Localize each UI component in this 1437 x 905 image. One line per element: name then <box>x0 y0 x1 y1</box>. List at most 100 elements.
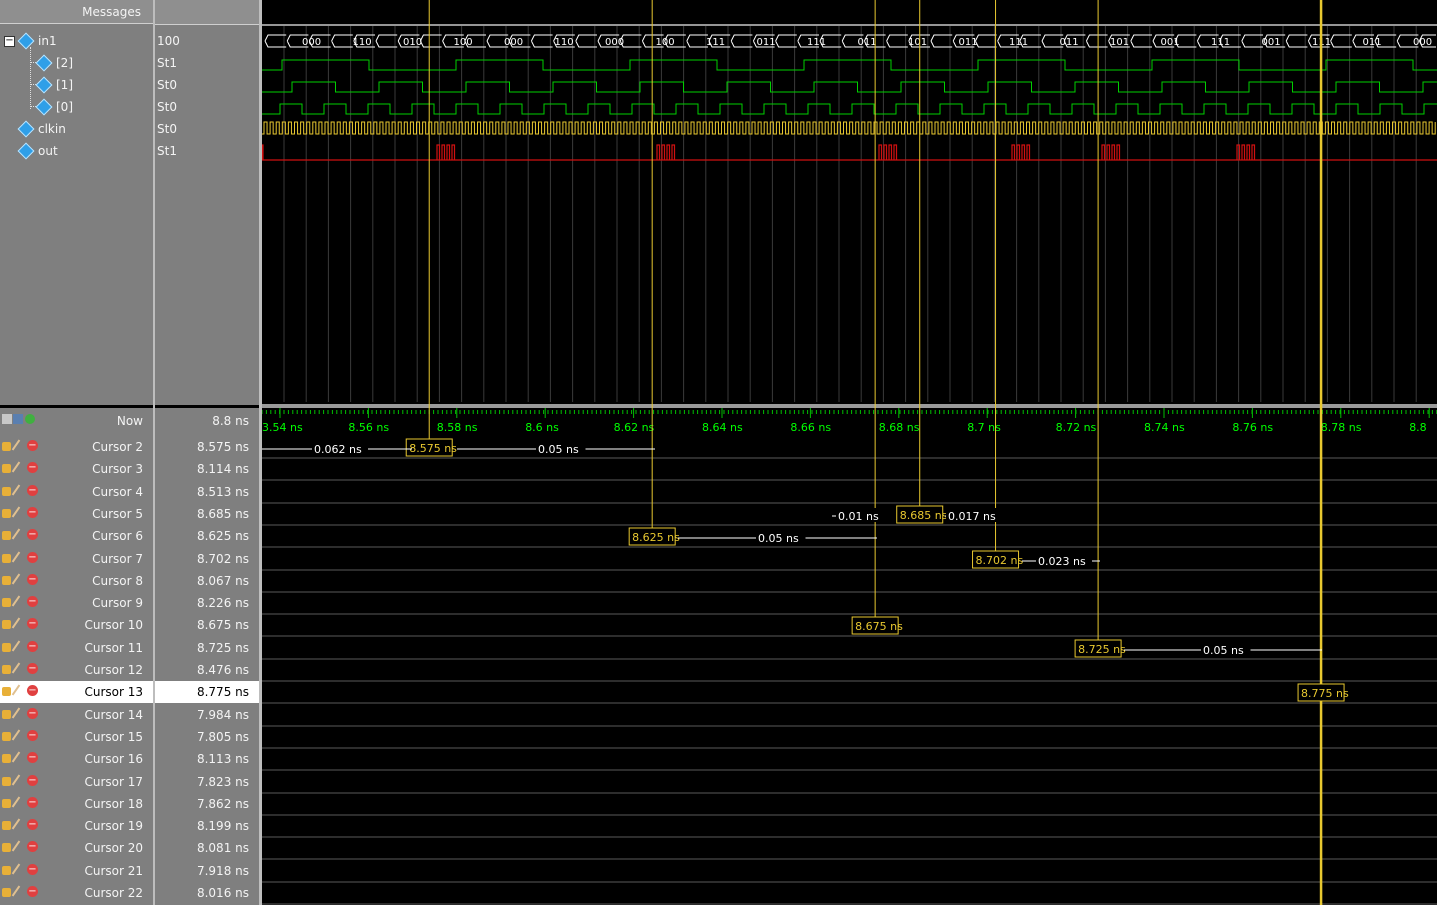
edit-icon[interactable] <box>11 662 21 674</box>
lock-icon[interactable] <box>2 487 11 496</box>
cursor-row[interactable]: − Cursor 4 <box>0 481 153 503</box>
lock-icon[interactable] <box>2 442 11 451</box>
cursor-row[interactable]: − Cursor 2 <box>0 436 153 458</box>
delete-icon[interactable]: − <box>27 552 38 563</box>
lock-icon[interactable] <box>2 777 11 786</box>
edit-icon[interactable] <box>11 640 21 652</box>
delete-icon[interactable]: − <box>27 730 38 741</box>
cursor-row[interactable]: − Cursor 20 <box>0 837 153 859</box>
lock-icon[interactable] <box>2 799 11 808</box>
lock-icon[interactable] <box>2 620 11 629</box>
lock-icon[interactable] <box>2 843 11 852</box>
cursor-row[interactable]: − Cursor 22 <box>0 882 153 904</box>
lock-icon[interactable] <box>2 710 11 719</box>
lock-icon[interactable] <box>2 754 11 763</box>
edit-icon[interactable] <box>11 439 21 451</box>
cursor-row[interactable]: − Cursor 3 <box>0 458 153 480</box>
delete-icon[interactable]: − <box>27 663 38 674</box>
signal-row-out[interactable]: out <box>0 140 153 162</box>
edit-icon[interactable] <box>11 863 21 875</box>
cursor-row[interactable]: − Cursor 15 <box>0 726 153 748</box>
signal-name: in1 <box>38 34 57 48</box>
cursor-row[interactable]: − Cursor 14 <box>0 704 153 726</box>
cursor-row[interactable]: − Cursor 10 <box>0 614 153 636</box>
delete-icon[interactable]: − <box>27 819 38 830</box>
cursor-name: Cursor 17 <box>84 775 143 789</box>
lock-icon[interactable] <box>2 464 11 473</box>
cursor-row[interactable]: − Cursor 11 <box>0 637 153 659</box>
cursor-row[interactable]: − Cursor 13 <box>0 681 153 703</box>
edit-icon[interactable] <box>11 461 21 473</box>
cursor-row[interactable]: − Cursor 6 <box>0 525 153 547</box>
edit-icon[interactable] <box>11 751 21 763</box>
cursor-row[interactable]: − Cursor 21 <box>0 860 153 882</box>
lock-icon[interactable] <box>2 554 11 563</box>
delete-icon[interactable]: − <box>27 596 38 607</box>
delete-icon[interactable]: − <box>27 618 38 629</box>
cursor-row[interactable]: − Cursor 18 <box>0 793 153 815</box>
lock-icon[interactable] <box>2 665 11 674</box>
delete-icon[interactable]: − <box>27 462 38 473</box>
lock-icon[interactable] <box>2 576 11 585</box>
signal-row-clkin[interactable]: clkin <box>0 118 153 140</box>
lock-icon[interactable] <box>2 821 11 830</box>
edit-icon[interactable] <box>11 484 21 496</box>
cursor-row[interactable]: − Cursor 9 <box>0 592 153 614</box>
cursor-row[interactable]: − Cursor 16 <box>0 748 153 770</box>
edit-icon[interactable] <box>11 796 21 808</box>
lock-icon[interactable] <box>2 509 11 518</box>
edit-icon[interactable] <box>11 684 21 696</box>
edit-icon[interactable] <box>11 729 21 741</box>
edit-icon[interactable] <box>11 573 21 585</box>
edit-icon[interactable] <box>11 506 21 518</box>
delete-icon[interactable]: − <box>27 641 38 652</box>
edit-icon[interactable] <box>11 818 21 830</box>
signal-row-in1-0[interactable]: [0] <box>0 96 153 118</box>
cursor-name: Cursor 21 <box>84 864 143 878</box>
delete-icon[interactable]: − <box>27 685 38 696</box>
delete-icon[interactable]: − <box>27 574 38 585</box>
cursor-toolbar-icon[interactable] <box>2 414 12 424</box>
edit-icon[interactable] <box>11 595 21 607</box>
pane-splitter[interactable] <box>262 404 1437 408</box>
delete-icon[interactable]: − <box>27 797 38 808</box>
delete-icon[interactable]: − <box>27 841 38 852</box>
delete-icon[interactable]: − <box>27 752 38 763</box>
edit-icon[interactable] <box>11 707 21 719</box>
cursor-value: 7.805 ns <box>196 730 249 744</box>
edit-icon[interactable] <box>11 840 21 852</box>
signal-row-in1-2[interactable]: [2] <box>0 52 153 74</box>
edit-icon[interactable] <box>11 885 21 897</box>
bus-value-label: 111 <box>807 37 826 48</box>
delete-icon[interactable]: − <box>27 440 38 451</box>
cursor-row[interactable]: − Cursor 17 <box>0 771 153 793</box>
signal-row-in1[interactable]: in1 <box>0 30 153 52</box>
edit-icon[interactable] <box>11 774 21 786</box>
edit-icon[interactable] <box>11 551 21 563</box>
delete-icon[interactable]: − <box>27 507 38 518</box>
delete-icon[interactable]: − <box>27 529 38 540</box>
edit-icon[interactable] <box>11 617 21 629</box>
edit-icon[interactable] <box>11 528 21 540</box>
add-cursor-icon[interactable] <box>13 414 23 424</box>
wave-canvas[interactable]: 000 110 010 100 000 110 000 100 111 011 111 011 101 0… <box>262 0 1437 905</box>
cursor-row[interactable]: − Cursor 12 <box>0 659 153 681</box>
delete-icon[interactable]: − <box>27 864 38 875</box>
lock-icon[interactable] <box>2 866 11 875</box>
lock-icon[interactable] <box>2 643 11 652</box>
signal-row-in1-1[interactable]: [1] <box>0 74 153 96</box>
delete-icon[interactable]: − <box>27 708 38 719</box>
lock-icon[interactable] <box>2 732 11 741</box>
add-icon[interactable] <box>25 414 35 424</box>
cursor-row[interactable]: − Cursor 8 <box>0 570 153 592</box>
cursor-row[interactable]: − Cursor 19 <box>0 815 153 837</box>
delete-icon[interactable]: − <box>27 485 38 496</box>
delete-icon[interactable]: − <box>27 775 38 786</box>
lock-icon[interactable] <box>2 687 11 696</box>
delete-icon[interactable]: − <box>27 886 38 897</box>
lock-icon[interactable] <box>2 531 11 540</box>
lock-icon[interactable] <box>2 598 11 607</box>
cursor-row[interactable]: − Cursor 5 <box>0 503 153 525</box>
lock-icon[interactable] <box>2 888 11 897</box>
cursor-row[interactable]: − Cursor 7 <box>0 548 153 570</box>
